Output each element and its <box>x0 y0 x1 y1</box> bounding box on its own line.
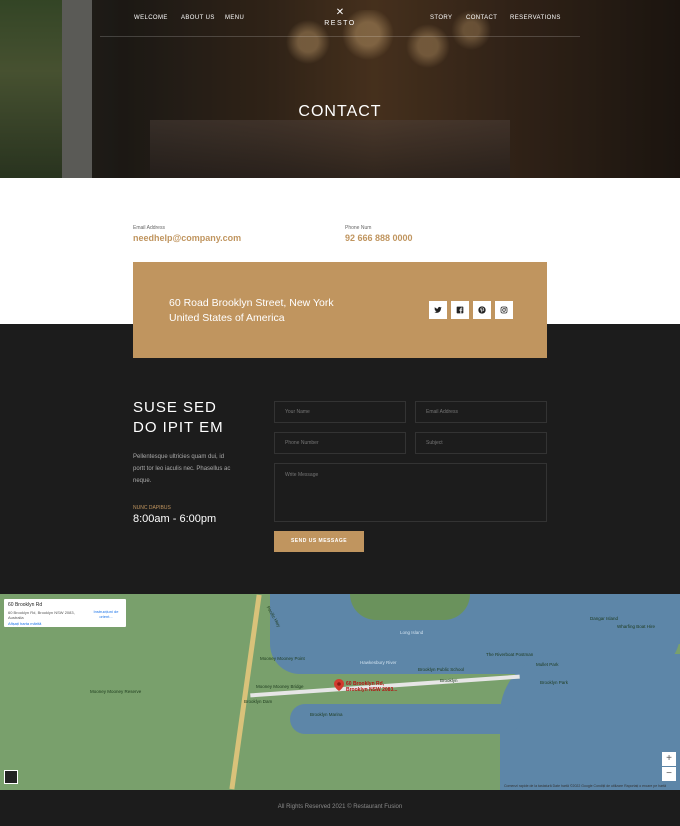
map-label: Hawkesbury River <box>360 660 397 665</box>
name-input[interactable] <box>274 401 406 423</box>
nav-story[interactable]: STORY <box>430 15 452 21</box>
map-pin-label: 60 Brooklyn Rd, Brooklyn NSW 2083... <box>346 681 397 693</box>
facebook-icon[interactable] <box>451 301 469 319</box>
google-map[interactable]: Long Island Hawkesbury River Brooklyn Pu… <box>0 594 680 790</box>
phone-input[interactable] <box>274 432 406 454</box>
map-attribution: Comenzi rapide de la tastatură Date hart… <box>504 784 667 788</box>
email-link[interactable]: needhelp@company.com <box>133 233 241 243</box>
map-label: Brooklyn Dam <box>244 699 273 704</box>
send-message-button[interactable]: SEND US MESSAGE <box>274 531 364 552</box>
map-zoom-in-button[interactable]: + <box>662 752 676 766</box>
footer: All Rights Reserved 2021 © Restaurant Fu… <box>0 790 680 826</box>
map-label: Brooklyn <box>440 678 458 683</box>
logo-text: RESTO <box>324 20 356 27</box>
email-input[interactable] <box>415 401 547 423</box>
map-label: Dangar Island <box>590 616 619 621</box>
map-label: Wharfing Boat Hire <box>617 624 656 629</box>
map-label: Long Island <box>400 630 424 635</box>
phone-link[interactable]: 92 666 888 0000 <box>345 233 413 243</box>
nav-menu[interactable]: MENU <box>225 15 244 21</box>
map-satellite-thumbnail[interactable] <box>4 770 18 784</box>
map-larger-link[interactable]: Afișați harta mărită <box>8 621 41 626</box>
nav-contact[interactable]: CONTACT <box>466 15 497 21</box>
map-place-title: 60 Brooklyn Rd <box>8 602 43 608</box>
map-label: Brooklyn Park <box>540 680 569 685</box>
map-label: Brooklyn Public School <box>418 667 465 672</box>
map-label: Mooney Mooney Point <box>260 656 305 661</box>
fork-knife-icon: ✕ <box>335 7 345 18</box>
map-label: Mooney Mooney Bridge <box>256 684 304 689</box>
nav-welcome[interactable]: WELCOME <box>134 15 168 21</box>
opening-hours: 8:00am - 6:00pm <box>133 513 217 525</box>
section-title: SUSE SED DO IPIT EM <box>133 398 224 438</box>
email-label: Email Address <box>133 225 165 231</box>
nav-about[interactable]: ABOUT US <box>181 15 215 21</box>
map-label: Brooklyn Marina <box>310 712 343 717</box>
nav-reservations[interactable]: RESERVATIONS <box>510 15 561 21</box>
phone-label: Phone Num <box>345 225 372 231</box>
nav-divider <box>100 36 580 37</box>
twitter-icon[interactable] <box>429 301 447 319</box>
map-pin-label-line2: Brooklyn NSW 2083... <box>346 687 398 693</box>
section-title-line1: SUSE SED <box>133 399 217 416</box>
map-island <box>350 594 470 620</box>
subject-input[interactable] <box>415 432 547 454</box>
footer-copyright: All Rights Reserved 2021 © Restaurant Fu… <box>277 804 403 810</box>
map-water <box>290 704 520 734</box>
address-text: 60 Road Brooklyn Street, New York United… <box>169 297 334 324</box>
map-label: Mullet Park <box>536 662 559 667</box>
map-label: The Riverboat Postman <box>486 652 534 657</box>
hero-banner: WELCOME ABOUT US MENU ✕ RESTO STORY CONT… <box>0 0 680 178</box>
map-label: Mooney Mooney Reserve <box>90 689 142 694</box>
logo[interactable]: ✕ RESTO <box>322 7 358 28</box>
map-water <box>500 654 680 790</box>
contact-page: WELCOME ABOUT US MENU ✕ RESTO STORY CONT… <box>0 0 680 826</box>
map-place-address: 60 Brooklyn Rd, Brooklyn NSW 2083, Austr… <box>8 610 75 620</box>
map-pin-icon[interactable] <box>334 679 344 691</box>
map-zoom-out-button[interactable]: − <box>662 767 676 781</box>
pinterest-icon[interactable] <box>473 301 491 319</box>
map-directions-link[interactable]: Instrucțiuni de orient... <box>88 609 124 619</box>
hours-label: NUNC DAPIBUS <box>133 505 171 511</box>
address-card: 60 Road Brooklyn Street, New York United… <box>133 262 547 358</box>
message-textarea[interactable] <box>274 463 547 522</box>
map-place-card: 60 Brooklyn Rd 60 Brooklyn Rd, Brooklyn … <box>4 599 126 627</box>
section-description: Pellentesque ultricies quam dui, id port… <box>133 454 231 484</box>
instagram-icon[interactable] <box>495 301 513 319</box>
page-title: CONTACT <box>298 103 382 120</box>
section-title-line2: DO IPIT EM <box>133 419 224 436</box>
